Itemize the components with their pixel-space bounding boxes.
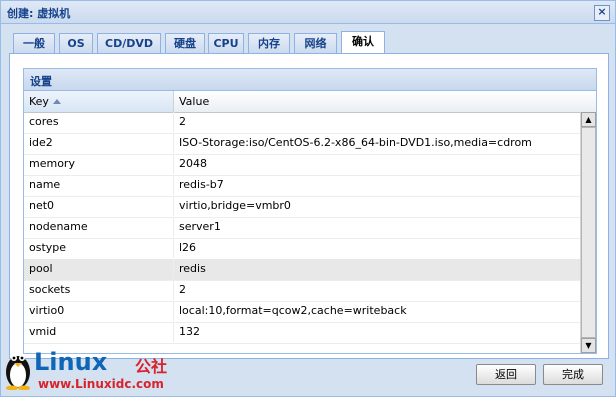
table-row[interactable]: nodename server1: [24, 217, 580, 239]
scroll-down-icon[interactable]: ▼: [581, 338, 596, 353]
table-row[interactable]: ide2 ISO-Storage:iso/CentOS-6.2-x86_64-b…: [24, 133, 580, 155]
row-value: 2048: [179, 157, 207, 170]
watermark-url: www.Linuxidc.com: [38, 377, 164, 391]
row-key: pool: [24, 259, 174, 279]
row-value: local:10,format=qcow2,cache=writeback: [179, 304, 407, 317]
row-key: sockets: [24, 280, 174, 300]
column-header-key-label: Key: [29, 95, 49, 108]
settings-grid: 设置 Key Value cores 2 ide2 ISO-Storage:is…: [23, 68, 597, 354]
tab-confirm[interactable]: 确认: [341, 31, 385, 54]
row-key: memory: [24, 154, 174, 174]
penguin-icon: [6, 355, 30, 390]
tab-general[interactable]: 一般: [13, 33, 55, 53]
tab-cd-dvd[interactable]: CD/DVD: [97, 33, 161, 53]
row-key: cores: [24, 112, 174, 132]
finish-button[interactable]: 完成: [543, 364, 603, 385]
column-header-value[interactable]: Value: [174, 91, 580, 112]
tab-os[interactable]: OS: [59, 33, 93, 53]
table-row-selected[interactable]: pool redis: [24, 259, 580, 281]
row-value: server1: [179, 220, 221, 233]
row-value: 132: [179, 325, 200, 338]
window-title: 创建: 虚拟机: [7, 7, 71, 20]
table-row[interactable]: cores 2: [24, 112, 580, 134]
row-value: 2: [179, 283, 186, 296]
row-value: redis-b7: [179, 178, 224, 191]
vertical-scrollbar[interactable]: ▲ ▼: [580, 112, 596, 353]
tab-harddisk[interactable]: 硬盘: [165, 33, 205, 53]
row-value: ISO-Storage:iso/CentOS-6.2-x86_64-bin-DV…: [179, 136, 532, 149]
confirm-panel: 设置 Key Value cores 2 ide2 ISO-Storage:is…: [9, 53, 609, 359]
table-row[interactable]: vmid 132: [24, 322, 580, 344]
tab-cpu[interactable]: CPU: [208, 33, 244, 53]
watermark-brand: Linux: [34, 348, 108, 376]
sort-ascending-icon: [52, 99, 61, 104]
back-button[interactable]: 返回: [476, 364, 536, 385]
grid-title-bar: 设置: [24, 69, 596, 91]
scroll-up-icon[interactable]: ▲: [581, 112, 596, 127]
watermark-suffix: 公社: [135, 357, 168, 376]
row-key: net0: [24, 196, 174, 216]
tab-memory[interactable]: 内存: [248, 33, 290, 53]
column-header-key[interactable]: Key: [24, 91, 174, 112]
table-row[interactable]: memory 2048: [24, 154, 580, 176]
table-row[interactable]: sockets 2: [24, 280, 580, 302]
tab-bar: 一般 OS CD/DVD 硬盘 CPU 内存 网络 确认: [9, 29, 609, 54]
row-value: 2: [179, 115, 186, 128]
tab-network[interactable]: 网络: [294, 33, 337, 53]
row-key: ostype: [24, 238, 174, 258]
row-value: l26: [179, 241, 197, 254]
close-icon[interactable]: ×: [594, 5, 610, 21]
grid-title: 设置: [30, 75, 52, 88]
watermark-logo: Linux 公社 www.Linuxidc.com: [4, 346, 184, 396]
row-key: ide2: [24, 133, 174, 153]
table-row[interactable]: name redis-b7: [24, 175, 580, 197]
grid-header: Key Value: [24, 91, 596, 113]
table-row[interactable]: virtio0 local:10,format=qcow2,cache=writ…: [24, 301, 580, 323]
row-value: virtio,bridge=vmbr0: [179, 199, 291, 212]
scrollbar-thumb[interactable]: [581, 127, 596, 338]
row-key: name: [24, 175, 174, 195]
table-row[interactable]: net0 virtio,bridge=vmbr0: [24, 196, 580, 218]
window-titlebar[interactable]: 创建: 虚拟机 ×: [1, 1, 615, 24]
table-row[interactable]: ostype l26: [24, 238, 580, 260]
create-vm-window: 创建: 虚拟机 × 一般 OS CD/DVD 硬盘 CPU 内存 网络 确认 设…: [0, 0, 616, 397]
row-key: virtio0: [24, 301, 174, 321]
row-key: nodename: [24, 217, 174, 237]
row-key: vmid: [24, 322, 174, 342]
row-value: redis: [179, 262, 206, 275]
